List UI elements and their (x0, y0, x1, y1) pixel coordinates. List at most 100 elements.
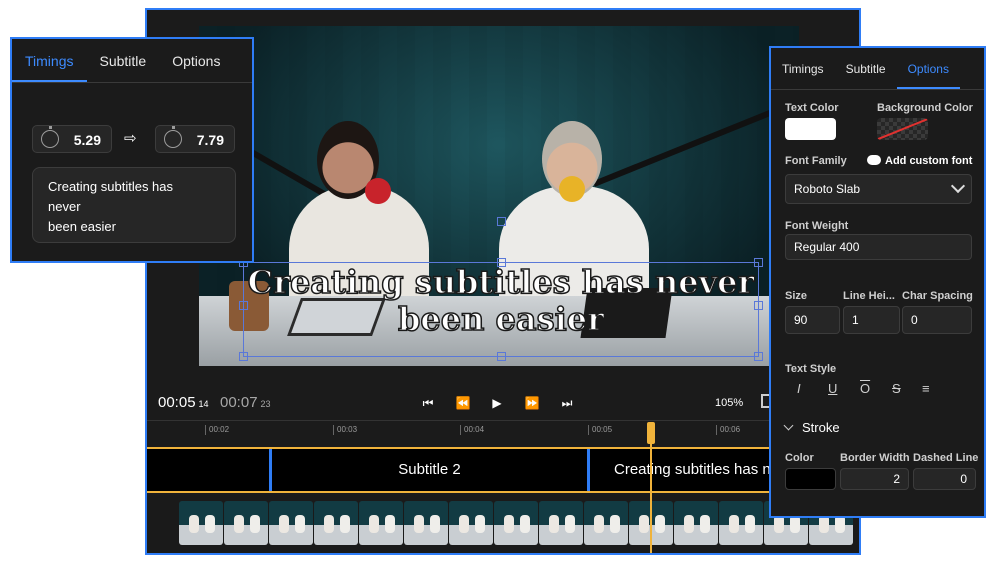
tab-timings[interactable]: Timings (12, 39, 87, 82)
font-family-select[interactable]: Roboto Slab (785, 174, 972, 204)
chevron-down-icon (783, 420, 794, 431)
video-filmstrip[interactable] (147, 495, 859, 553)
underline-icon[interactable]: U (828, 381, 837, 396)
options-panel: Timings Subtitle Options Text Color Back… (769, 46, 986, 518)
font-family-value: Roboto Slab (794, 182, 861, 196)
background-color-swatch[interactable] (877, 118, 928, 140)
end-time-input[interactable]: 7.79 (155, 125, 235, 153)
border-width-value: 2 (893, 472, 900, 486)
player-controls: 00:05 14 00:07 23 ⏮ ⏪ ▶ ⏩ ⏭ 105% (147, 388, 859, 420)
text-style-label: Text Style (785, 363, 837, 375)
subtitle-overlay-line-1: Creating subtitles has never (247, 263, 755, 302)
add-custom-font-button[interactable]: Add custom font (867, 155, 972, 167)
dashed-line-value: 0 (960, 472, 967, 486)
rewind-icon: ⏪ (455, 396, 471, 410)
char-spacing-input[interactable]: 0 (902, 306, 972, 334)
skip-to-start-button[interactable]: ⏮ (417, 392, 439, 414)
start-time-value: 5.29 (73, 132, 101, 148)
end-time-value: 7.79 (196, 132, 224, 148)
tab-options[interactable]: Options (159, 39, 233, 82)
skip-start-icon: ⏮ (422, 396, 434, 410)
filmstrip-frame (269, 501, 313, 545)
skip-end-icon: ⏭ (561, 396, 573, 410)
options-panel-tabs: Timings Subtitle Options (771, 48, 984, 90)
current-time-value: 00:05 (158, 394, 196, 411)
subtitle-clip[interactable]: Subtitle 2 (269, 449, 587, 491)
border-width-input[interactable]: 2 (840, 468, 909, 490)
skip-to-end-button[interactable]: ⏭ (556, 392, 578, 414)
font-weight-select[interactable]: Regular 400 (785, 234, 972, 260)
total-time-value: 00:07 (220, 394, 258, 411)
dashed-line-label: Dashed Line (913, 452, 979, 464)
chevron-down-icon (950, 178, 966, 194)
line-height-input[interactable]: 1 (843, 306, 900, 334)
zoom-level[interactable]: 105% (715, 397, 743, 409)
subtitle-text-input[interactable]: Creating subtitles has never been easier (32, 167, 236, 243)
overline-icon[interactable]: O (860, 381, 870, 396)
background-color-label: Background Color (877, 102, 973, 114)
current-frame: 14 (198, 399, 209, 409)
filmstrip-frame (719, 501, 763, 545)
resize-handle-bl[interactable] (239, 352, 248, 361)
tab-options[interactable]: Options (896, 48, 960, 89)
filmstrip-frame (674, 501, 718, 545)
subtitle-clip[interactable] (147, 449, 269, 491)
play-button[interactable]: ▶ (486, 392, 508, 414)
subtitle-track: Subtitle 2 Creating subtitles has never … (147, 447, 859, 493)
video-preview[interactable]: Creating subtitles has never been easier (199, 26, 799, 366)
char-spacing-label: Char Spacing (902, 290, 973, 302)
stroke-label: Stroke (802, 420, 840, 435)
dashed-line-input[interactable]: 0 (913, 468, 976, 490)
tab-subtitle[interactable]: Subtitle (835, 48, 897, 89)
line-height-value: 1 (852, 313, 859, 327)
filmstrip-frame (179, 501, 223, 545)
app-root: Creating subtitles has never been easier… (0, 0, 1000, 564)
stroke-section-toggle[interactable]: Stroke (783, 420, 840, 435)
resize-handle-b[interactable] (497, 352, 506, 361)
filmstrip-frame (224, 501, 268, 545)
filmstrip-frame (494, 501, 538, 545)
mic-left (365, 178, 391, 204)
add-custom-font-label: Add custom font (885, 155, 973, 167)
timeline-ruler[interactable]: 00:02 00:03 00:04 00:05 00:06 (147, 420, 859, 446)
subtitle-overlay-text[interactable]: Creating subtitles has never been easier (243, 263, 759, 339)
char-spacing-value: 0 (911, 313, 918, 327)
filmstrip-frame (539, 501, 583, 545)
playhead-handle[interactable] (647, 422, 655, 444)
stroke-color-label: Color (785, 452, 814, 464)
italic-icon[interactable]: I (797, 381, 801, 396)
text-color-swatch[interactable] (785, 118, 836, 140)
ruler-tick: 00:03 (333, 425, 357, 435)
start-time-input[interactable]: 5.29 (32, 125, 112, 153)
total-frame: 23 (260, 399, 271, 409)
align-center-icon[interactable]: ≡ (922, 381, 930, 396)
size-value: 90 (794, 313, 808, 327)
timings-panel: Timings Subtitle Options 5.29 ⇨ 7.79 Cre… (10, 37, 254, 263)
filmstrip-frame (449, 501, 493, 545)
rotate-handle[interactable] (497, 217, 506, 226)
total-time: 00:07 23 (220, 394, 271, 411)
ruler-tick: 00:04 (460, 425, 484, 435)
resize-handle-br[interactable] (754, 352, 763, 361)
arrow-right-icon: ⇨ (124, 130, 137, 147)
fast-forward-button[interactable]: ⏩ (521, 392, 543, 414)
fast-forward-icon: ⏩ (524, 396, 540, 410)
rewind-button[interactable]: ⏪ (452, 392, 474, 414)
font-weight-value: Regular 400 (794, 240, 860, 254)
strikethrough-icon[interactable]: S (892, 381, 901, 396)
stopwatch-icon (41, 126, 59, 148)
cloud-upload-icon (867, 155, 881, 166)
font-weight-label: Font Weight (785, 220, 849, 232)
filmstrip-frame (359, 501, 403, 545)
ruler-tick: 00:06 (716, 425, 740, 435)
play-icon: ▶ (492, 396, 502, 410)
filmstrip-frame (404, 501, 448, 545)
ruler-tick: 00:02 (205, 425, 229, 435)
tab-timings[interactable]: Timings (771, 48, 835, 89)
tab-subtitle[interactable]: Subtitle (87, 39, 160, 82)
current-time: 00:05 14 (158, 394, 209, 411)
size-input[interactable]: 90 (785, 306, 840, 334)
stopwatch-icon (164, 126, 182, 148)
stroke-color-swatch[interactable] (785, 468, 836, 490)
mic-right (559, 176, 585, 202)
